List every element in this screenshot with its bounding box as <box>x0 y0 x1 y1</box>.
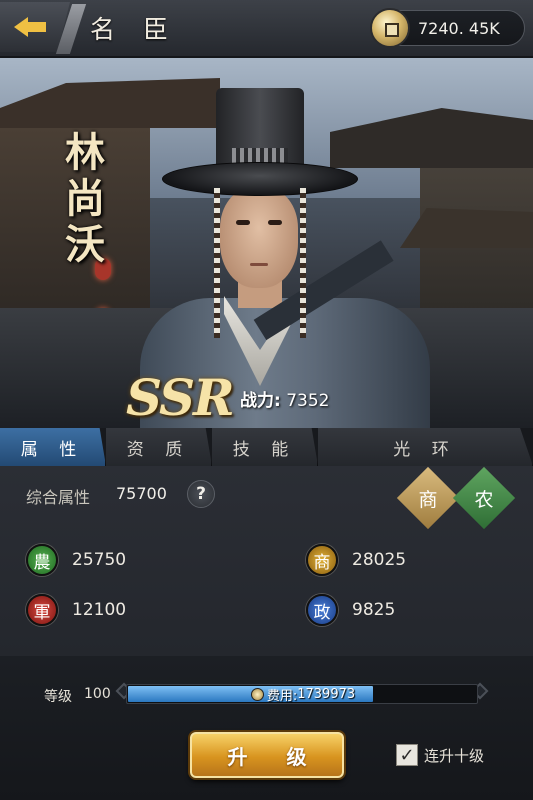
upgrade-cost: 费用: 1739973 <box>127 685 479 704</box>
checkmark-icon: ✓ <box>399 744 415 766</box>
level-label: 等级 <box>44 689 72 705</box>
hero-name-char: 沃 <box>65 221 105 268</box>
coin-balance: 7240. 45K <box>370 8 525 48</box>
combat-power-value: 7352 <box>286 391 330 411</box>
agriculture-icon: 農 <box>26 544 58 576</box>
overall-attribute-value: 75700 <box>116 484 167 503</box>
hat-beads <box>214 188 220 338</box>
auto-ten-levels-label[interactable]: 连升十级 <box>424 745 484 766</box>
auto-ten-levels-checkbox[interactable]: ✓ <box>396 744 418 766</box>
tab-skills[interactable]: 技 能 <box>212 428 318 466</box>
top-bar: 名 臣 7240. 45K <box>0 0 533 58</box>
overall-attribute-label: 综合属性 <box>26 488 91 507</box>
hero-eye <box>268 220 282 225</box>
hat-brim <box>162 162 358 196</box>
stat-politics: 政 9825 <box>306 594 395 626</box>
cost-value: 1739973 <box>297 686 356 702</box>
stat-value: 12100 <box>72 600 127 620</box>
tab-aptitude[interactable]: 资 质 <box>106 428 212 466</box>
stat-military: 軍 12100 <box>26 594 126 626</box>
tag-agriculture: 农 <box>452 466 516 530</box>
hero-portrait: 林 尚 沃 SSR 战力: 7352 <box>0 58 533 428</box>
upgrade-button[interactable]: 升 级 <box>190 732 344 778</box>
back-arrow-icon <box>14 16 48 38</box>
tab-attributes[interactable]: 属 性 <box>0 428 106 466</box>
politics-icon: 政 <box>306 594 338 626</box>
combat-power-label: 战力: <box>240 391 281 411</box>
hero-eye <box>236 220 250 225</box>
cost-label: 费用: <box>266 688 298 704</box>
stat-value: 9825 <box>352 600 396 620</box>
minister-detail-screen: 名 臣 7240. 45K 林 尚 沃 SSR 战力: 7352 属 性 资 质… <box>0 0 533 800</box>
rarity-badge: SSR <box>126 368 235 427</box>
attributes-panel: 综合属性 75700 ? 商 农 農 25750 商 28025 軍 12100… <box>0 466 533 656</box>
tag-agriculture-label: 农 <box>474 488 494 511</box>
hat-beads <box>300 188 306 338</box>
combat-power: 战力: 7352 <box>240 386 329 411</box>
help-button[interactable]: ? <box>187 480 215 508</box>
hero-name: 林 尚 沃 <box>60 130 110 268</box>
hero-mouth <box>250 263 268 266</box>
page-title: 名 臣 <box>90 15 178 44</box>
tab-aura[interactable]: 光 环 <box>318 428 533 466</box>
military-icon: 軍 <box>26 594 58 626</box>
level-progress-bar: 费用: 1739973 <box>126 684 478 704</box>
commerce-icon: 商 <box>306 544 338 576</box>
hero-name-char: 林 <box>65 129 105 176</box>
coin-icon <box>370 8 410 48</box>
stat-value: 28025 <box>352 550 407 570</box>
stat-value: 25750 <box>72 550 127 570</box>
coin-icon <box>250 687 264 701</box>
level-value: 100 <box>84 686 111 702</box>
tag-commerce-label: 商 <box>418 488 438 511</box>
hero-name-char: 尚 <box>65 175 105 222</box>
coin-amount: 7240. 45K <box>418 18 500 38</box>
hero-face <box>220 188 298 288</box>
stat-commerce: 商 28025 <box>306 544 406 576</box>
detail-tabs: 属 性 资 质 技 能 光 环 <box>0 428 533 466</box>
tag-commerce: 商 <box>396 466 460 530</box>
stat-agriculture: 農 25750 <box>26 544 126 576</box>
upgrade-section: 等级 100 费用: 1739973 升 级 ✓ 连升十级 <box>0 656 533 800</box>
